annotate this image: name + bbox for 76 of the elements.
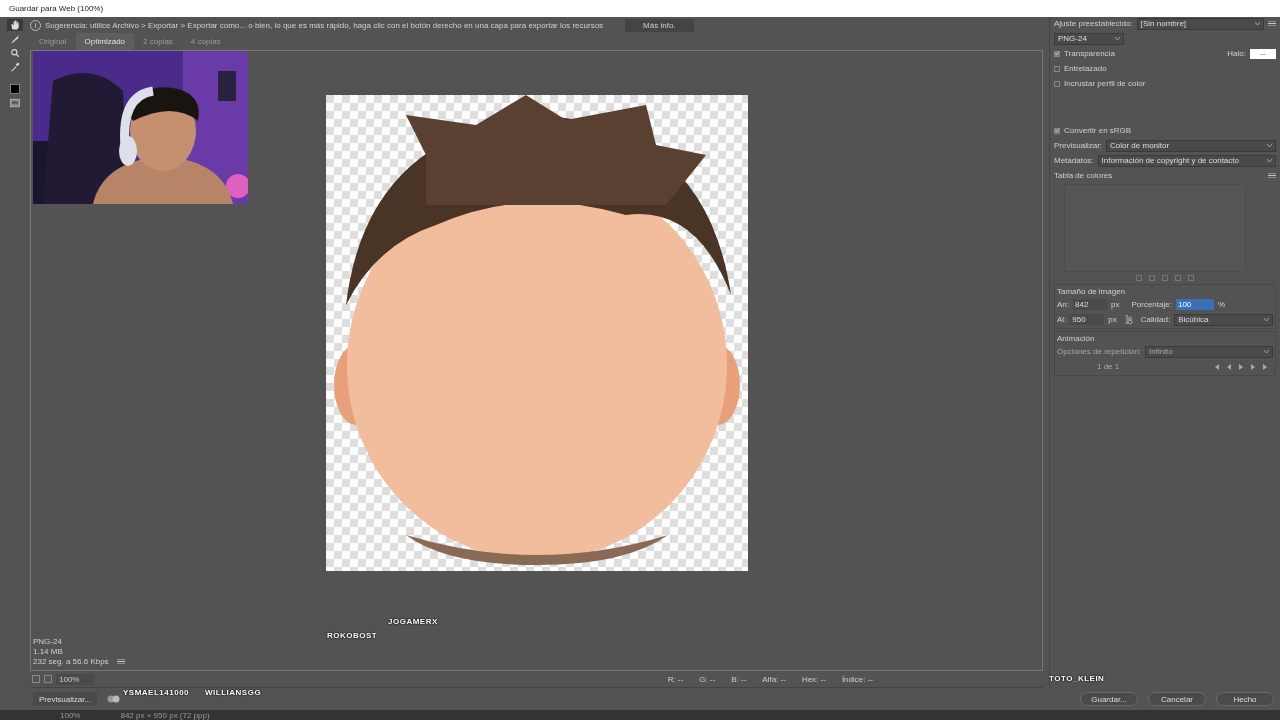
menu-icon[interactable] (116, 659, 125, 664)
option-label: Entrelazado (1064, 64, 1107, 73)
tool-icon[interactable] (1175, 275, 1181, 281)
checkbox[interactable] (1054, 50, 1060, 57)
preview-button[interactable]: Previsualizar... (33, 692, 98, 706)
info-text: 1.14 MB (33, 647, 64, 656)
caret-icon (1255, 22, 1260, 25)
menu-icon[interactable] (1268, 21, 1276, 26)
save-button[interactable]: Guardar... (1080, 692, 1138, 706)
height-field[interactable]: 950 (1070, 314, 1105, 325)
color-readout: Alfa: -- (762, 674, 786, 684)
width-field[interactable]: 842 (1073, 299, 1107, 310)
option-label: Convertir en sRGB (1064, 126, 1132, 135)
preview-label: Previsualizar: (1054, 141, 1102, 150)
username-label: ROKOBOST (327, 631, 378, 640)
caret-icon (1267, 159, 1272, 162)
username-label: WILLIANSGG (205, 688, 262, 697)
unit-label: px (1108, 315, 1117, 324)
color-readout: B: -- (731, 674, 747, 684)
quality-label: Calidad: (1140, 315, 1171, 324)
color-readout: G: -- (699, 674, 716, 684)
footer-text: 100% (60, 710, 81, 720)
color-readout: R: -- (667, 674, 684, 684)
color-readout: Hex: -- (801, 674, 826, 684)
color-swatch[interactable] (7, 83, 23, 95)
frame-counter: 1 de 1 (1097, 362, 1120, 371)
preview-dropdown[interactable]: Color de monitor (1106, 139, 1276, 152)
color-readout: Índice: -- (841, 674, 873, 684)
matte-label: Halo: (1227, 49, 1246, 58)
username-label: TOTO_KLEIN (1049, 674, 1105, 683)
format-dropdown[interactable]: PNG-24 (1054, 32, 1124, 45)
username-label: JOGAMERX (388, 617, 438, 626)
width-label: An: (1057, 300, 1069, 309)
menu-icon[interactable] (1268, 173, 1276, 178)
unit-label: px (1111, 300, 1120, 309)
section-title: Animación (1057, 334, 1096, 343)
zoom-field[interactable]: 100% (56, 673, 94, 685)
username-label: YSMAEL141000 (123, 688, 190, 697)
option-label: Transparencia (1064, 49, 1115, 58)
tool-icon[interactable] (1136, 275, 1142, 281)
percent-field[interactable]: 100 (1175, 299, 1214, 310)
preset-dropdown[interactable]: [Sin nombre] (1136, 17, 1264, 30)
caret-icon (1267, 144, 1272, 147)
hint-text: Sugerencia: utilice Archivo > Exportar > Exportar como... o bien, lo que es más rápido, haga clic con el botón derecho en una capa para exportar los recursos (45, 20, 604, 30)
cancel-button[interactable]: Cancelar (1148, 692, 1206, 706)
tool-icon[interactable] (1162, 275, 1168, 281)
tool-icon[interactable] (1188, 275, 1194, 281)
unit-label: % (1217, 300, 1226, 309)
checkbox[interactable] (1054, 65, 1060, 72)
checkbox[interactable] (1054, 80, 1060, 87)
done-button[interactable]: Hecho (1216, 692, 1274, 706)
caret-icon (1264, 350, 1269, 353)
option-label: Incrustar perfil de color (1064, 79, 1146, 88)
caret-icon (1115, 37, 1120, 40)
section-title: Tabla de colores (1054, 171, 1113, 180)
tool-icon[interactable] (1149, 275, 1155, 281)
loop-label: Opciones de repetición: (1057, 347, 1142, 356)
section-title: Tamaño de imagen (1057, 287, 1127, 296)
height-label: Al: (1057, 315, 1067, 324)
tab[interactable]: Optimizado (75, 33, 135, 50)
caret-icon (1264, 318, 1269, 321)
footer-text: 842 px × 950 px (72 ppp) (120, 710, 210, 720)
metadata-label: Metadatos: (1054, 156, 1094, 165)
preset-label: Ajuste preestablecido: (1054, 19, 1133, 28)
metadata-dropdown[interactable]: Información de copyright y de contacto (1097, 154, 1276, 167)
quality-dropdown[interactable]: Bicúbica (1174, 313, 1273, 326)
window-title: Guardar para Web (100%) (0, 0, 1280, 17)
more-info-button[interactable]: Más info. (625, 18, 694, 32)
tool-button[interactable] (7, 19, 23, 31)
matte-swatch[interactable]: -- (1250, 48, 1276, 59)
percent-label: Porcentaje: (1131, 300, 1172, 309)
info-text: 232 seg. a 56.6 Kbps (33, 657, 109, 666)
checkbox[interactable] (1054, 127, 1060, 134)
link-icon[interactable] (1124, 315, 1133, 324)
info-text: PNG-24 (33, 637, 63, 646)
browser-icon[interactable] (107, 695, 122, 703)
